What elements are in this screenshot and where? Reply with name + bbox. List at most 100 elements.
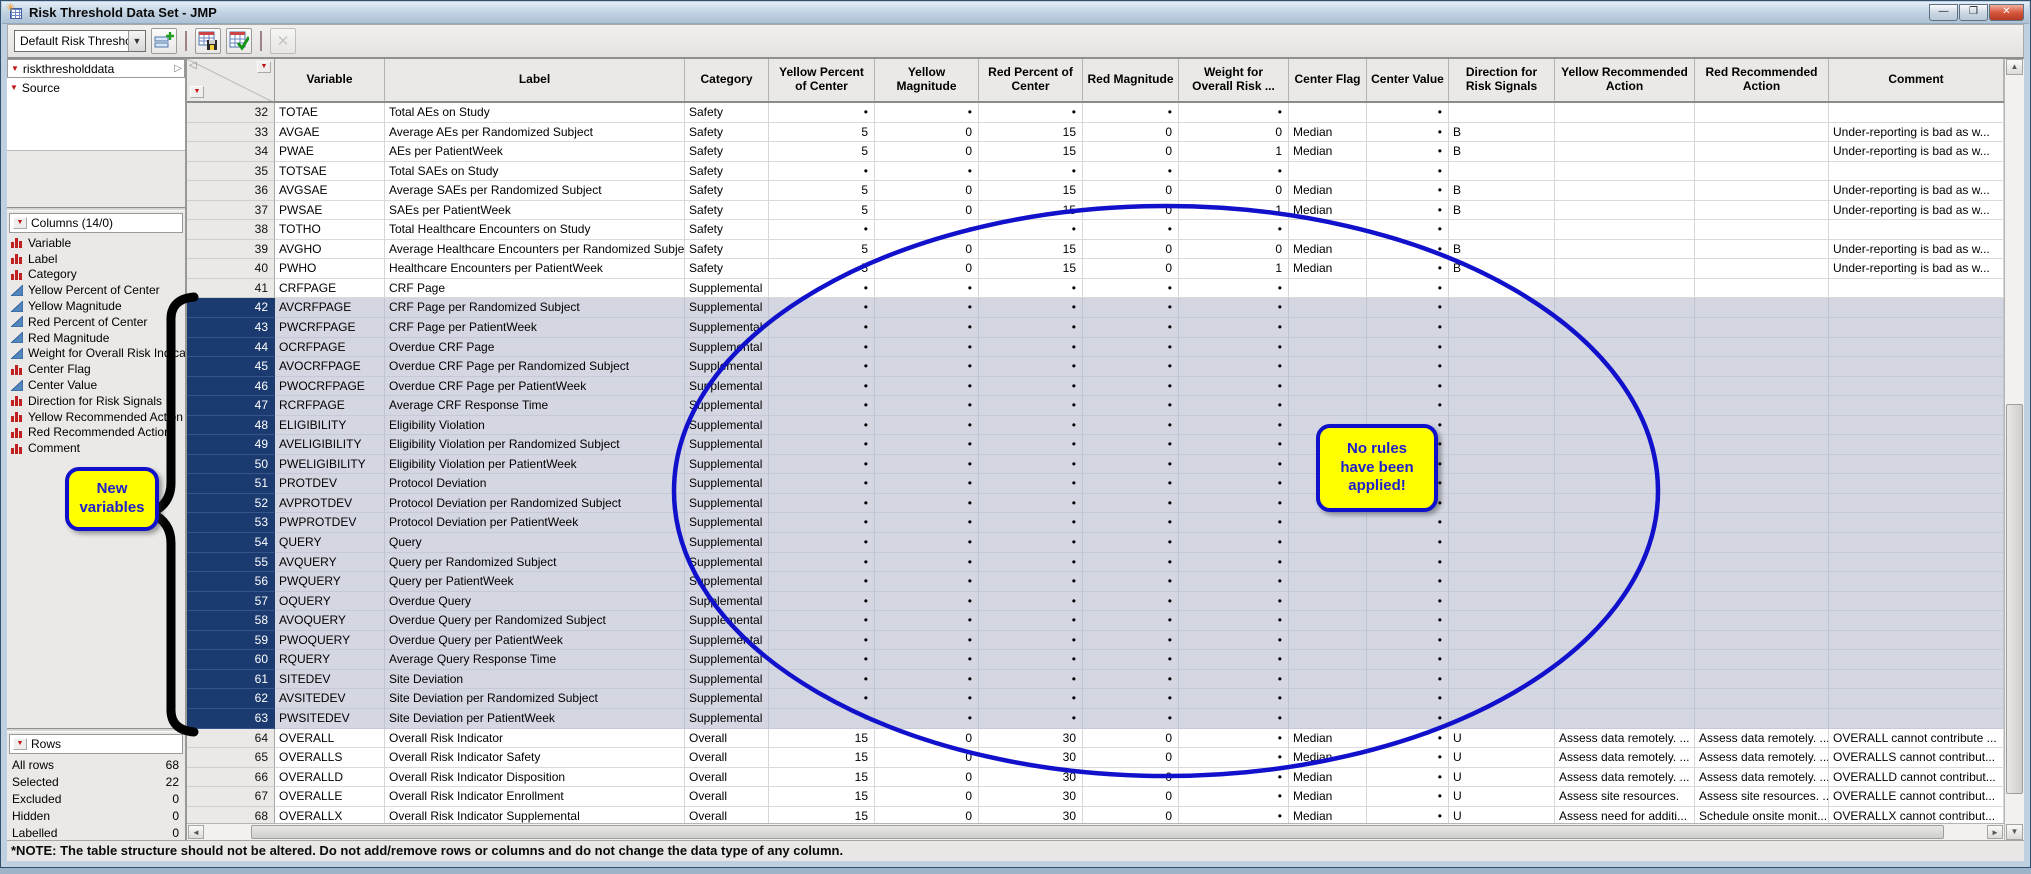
table-cell[interactable]: 0 bbox=[875, 240, 979, 260]
column-header-variable[interactable]: Variable bbox=[275, 59, 385, 101]
table-cell[interactable] bbox=[1695, 318, 1829, 338]
table-cell[interactable]: AVGAE bbox=[275, 123, 385, 143]
table-cell[interactable] bbox=[1289, 572, 1367, 592]
table-cell[interactable]: • bbox=[769, 455, 875, 475]
table-cell[interactable]: Overall bbox=[685, 768, 769, 788]
columns-menu-icon[interactable]: ▼ bbox=[257, 61, 271, 73]
table-cell[interactable]: • bbox=[875, 357, 979, 377]
table-cell[interactable]: • bbox=[875, 416, 979, 436]
table-cell[interactable] bbox=[1695, 396, 1829, 416]
table-cell[interactable]: PWAE bbox=[275, 142, 385, 162]
table-cell[interactable]: RQUERY bbox=[275, 650, 385, 670]
table-cell[interactable]: Safety bbox=[685, 103, 769, 123]
table-cell[interactable]: Overall Risk Indicator bbox=[385, 729, 685, 749]
table-cell[interactable]: • bbox=[1179, 592, 1289, 612]
table-cell[interactable]: • bbox=[1367, 435, 1449, 455]
table-cell[interactable]: 1 bbox=[1179, 259, 1289, 279]
table-cell[interactable]: • bbox=[769, 435, 875, 455]
save-table-button[interactable] bbox=[195, 28, 221, 54]
table-cell[interactable]: Supplemental bbox=[685, 650, 769, 670]
table-cell[interactable]: Safety bbox=[685, 220, 769, 240]
table-cell[interactable] bbox=[1289, 533, 1367, 553]
sidebar-column-item[interactable]: Yellow Recommended Action bbox=[7, 409, 185, 425]
table-cell[interactable]: 15 bbox=[769, 787, 875, 807]
column-header-label[interactable]: Label bbox=[385, 59, 685, 101]
table-cell[interactable]: 0 bbox=[1179, 240, 1289, 260]
table-cell[interactable]: • bbox=[769, 220, 875, 240]
table-cell[interactable] bbox=[1695, 709, 1829, 729]
table-cell[interactable]: Total Healthcare Encounters on Study bbox=[385, 220, 685, 240]
table-cell[interactable]: 0 bbox=[1083, 768, 1179, 788]
table-cell[interactable]: • bbox=[769, 298, 875, 318]
table-cell[interactable]: Assess data remotely. ... bbox=[1695, 768, 1829, 788]
red-triangle-icon[interactable]: ▼ bbox=[13, 217, 27, 229]
table-cell[interactable]: • bbox=[1367, 670, 1449, 690]
table-cell[interactable]: • bbox=[769, 279, 875, 299]
table-cell[interactable]: ELIGIBILITY bbox=[275, 416, 385, 436]
horizontal-scrollbar[interactable]: ◄ ► bbox=[187, 823, 2004, 840]
table-cell[interactable]: B bbox=[1449, 181, 1555, 201]
table-cell[interactable] bbox=[1449, 689, 1555, 709]
table-cell[interactable]: • bbox=[979, 572, 1083, 592]
table-cell[interactable]: AVOCRFPAGE bbox=[275, 357, 385, 377]
table-cell[interactable]: Under-reporting is bad as w... bbox=[1829, 142, 2004, 162]
table-cell[interactable]: • bbox=[1367, 396, 1449, 416]
row-number[interactable]: 62 bbox=[187, 689, 275, 709]
table-cell[interactable]: • bbox=[1083, 474, 1179, 494]
row-number[interactable]: 55 bbox=[187, 553, 275, 573]
sidebar-column-item[interactable]: Center Flag bbox=[7, 361, 185, 377]
table-cell[interactable]: OQUERY bbox=[275, 592, 385, 612]
sidebar-column-item[interactable]: Variable bbox=[7, 235, 185, 251]
scroll-down-icon[interactable]: ▼ bbox=[2006, 824, 2023, 840]
table-cell[interactable] bbox=[1289, 709, 1367, 729]
table-cell[interactable]: 0 bbox=[875, 787, 979, 807]
table-cell[interactable]: B bbox=[1449, 240, 1555, 260]
table-cell[interactable]: • bbox=[979, 592, 1083, 612]
table-cell[interactable]: TOTAE bbox=[275, 103, 385, 123]
row-number[interactable]: 56 bbox=[187, 572, 275, 592]
table-cell[interactable]: • bbox=[875, 377, 979, 397]
table-cell[interactable]: • bbox=[875, 533, 979, 553]
table-cell[interactable]: • bbox=[1367, 631, 1449, 651]
table-cell[interactable]: • bbox=[875, 103, 979, 123]
table-cell[interactable]: • bbox=[769, 416, 875, 436]
table-cell[interactable]: • bbox=[1367, 338, 1449, 358]
row-number[interactable]: 64 bbox=[187, 729, 275, 749]
table-cell[interactable]: Supplemental bbox=[685, 513, 769, 533]
table-cell[interactable] bbox=[1289, 670, 1367, 690]
table-cell[interactable] bbox=[1449, 709, 1555, 729]
row-number[interactable]: 49 bbox=[187, 435, 275, 455]
table-cell[interactable]: Median bbox=[1289, 768, 1367, 788]
table-cell[interactable]: • bbox=[1179, 650, 1289, 670]
row-number[interactable]: 35 bbox=[187, 162, 275, 182]
table-cell[interactable]: 15 bbox=[979, 240, 1083, 260]
table-cell[interactable]: • bbox=[1179, 318, 1289, 338]
table-cell[interactable]: CRFPAGE bbox=[275, 279, 385, 299]
table-cell[interactable]: Safety bbox=[685, 240, 769, 260]
table-cell[interactable] bbox=[1449, 318, 1555, 338]
row-number[interactable]: 38 bbox=[187, 220, 275, 240]
row-number[interactable]: 36 bbox=[187, 181, 275, 201]
table-cell[interactable] bbox=[1289, 396, 1367, 416]
table-cell[interactable]: U bbox=[1449, 787, 1555, 807]
table-cell[interactable]: PROTDEV bbox=[275, 474, 385, 494]
table-cell[interactable]: B bbox=[1449, 259, 1555, 279]
table-cell[interactable]: • bbox=[1367, 572, 1449, 592]
row-number[interactable]: 58 bbox=[187, 611, 275, 631]
table-cell[interactable]: • bbox=[1083, 709, 1179, 729]
table-cell[interactable]: 30 bbox=[979, 748, 1083, 768]
table-cell[interactable]: Assess data remotely. ... bbox=[1555, 748, 1695, 768]
table-cell[interactable]: • bbox=[1367, 357, 1449, 377]
table-cell[interactable]: • bbox=[1367, 416, 1449, 436]
delete-button[interactable]: ✕ bbox=[270, 28, 296, 54]
table-cell[interactable]: • bbox=[979, 162, 1083, 182]
table-cell[interactable] bbox=[1695, 377, 1829, 397]
table-cell[interactable]: 15 bbox=[769, 748, 875, 768]
horizontal-scroll-thumb[interactable] bbox=[251, 825, 1944, 839]
table-cell[interactable]: • bbox=[875, 338, 979, 358]
chevron-down-icon[interactable]: ▼ bbox=[128, 31, 145, 51]
table-cell[interactable]: OVERALLD bbox=[275, 768, 385, 788]
table-cell[interactable] bbox=[1449, 298, 1555, 318]
row-number[interactable]: 44 bbox=[187, 338, 275, 358]
table-cell[interactable] bbox=[1829, 513, 2004, 533]
